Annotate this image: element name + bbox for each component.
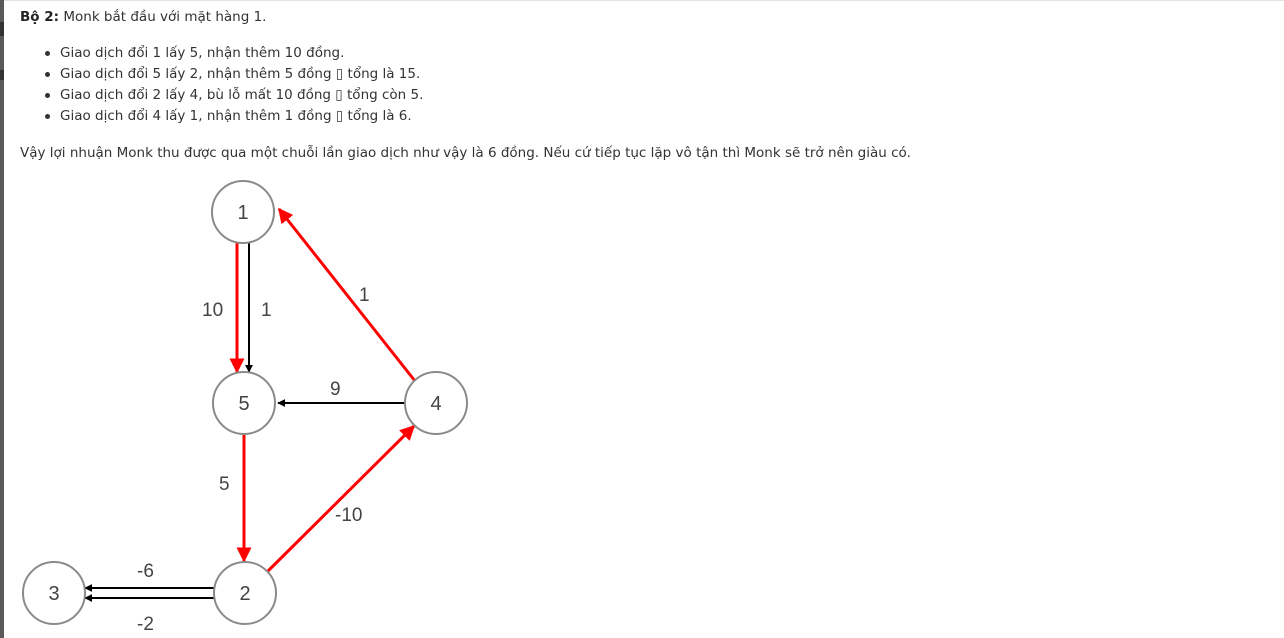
node-label: 5 (238, 393, 249, 415)
set-description: Monk bắt đầu với mặt hàng 1. (59, 9, 267, 25)
graph-node-5: 5 (212, 371, 276, 435)
edge-marker (0, 22, 4, 36)
node-label: 4 (430, 393, 441, 415)
graph-node-2: 2 (213, 561, 277, 625)
node-label: 2 (239, 583, 250, 605)
graph-node-4: 4 (404, 371, 468, 435)
set-label: Bộ 2: (20, 9, 60, 25)
list-item: Giao dịch đổi 1 lấy 5, nhận thêm 10 đồng… (20, 43, 1270, 64)
conclusion-text: Vậy lợi nhuận Monk thu được qua một chuỗ… (20, 145, 911, 161)
edge-label: 10 (202, 300, 223, 321)
graph-node-3: 3 (22, 561, 86, 625)
list-item: Giao dịch đổi 4 lấy 1, nhận thêm 1 đồng … (20, 106, 1270, 127)
edge-label: -6 (137, 561, 154, 582)
edge-label: 9 (330, 379, 341, 400)
edge-4-to-1 (277, 207, 417, 382)
edge-marker (0, 70, 4, 80)
node-label: 3 (48, 583, 59, 605)
list-item: Giao dịch đổi 5 lấy 2, nhận thêm 5 đồng … (20, 64, 1270, 85)
trade-graph-diagram: 10 1 1 9 5 -10 -6 -2 1 5 4 2 3 (22, 180, 468, 635)
edge-label: -2 (137, 614, 154, 635)
steps-list: Giao dịch đổi 1 lấy 5, nhận thêm 10 đồng… (20, 43, 1270, 127)
article-content: Bộ 2: Monk bắt đầu với mặt hàng 1. Giao … (20, 7, 1270, 163)
top-divider (4, 0, 1284, 1)
set-heading: Bộ 2: Monk bắt đầu với mặt hàng 1. (20, 7, 1270, 27)
edge-label: 1 (359, 285, 370, 306)
list-item: Giao dịch đổi 2 lấy 4, bù lỗ mất 10 đồng… (20, 85, 1270, 106)
node-label: 1 (237, 202, 248, 224)
edge-label: -10 (335, 505, 362, 526)
edge-label: 1 (261, 300, 272, 321)
edge-2-to-4 (266, 424, 416, 573)
edge-label: 5 (219, 474, 230, 495)
graph-node-1: 1 (211, 180, 275, 244)
